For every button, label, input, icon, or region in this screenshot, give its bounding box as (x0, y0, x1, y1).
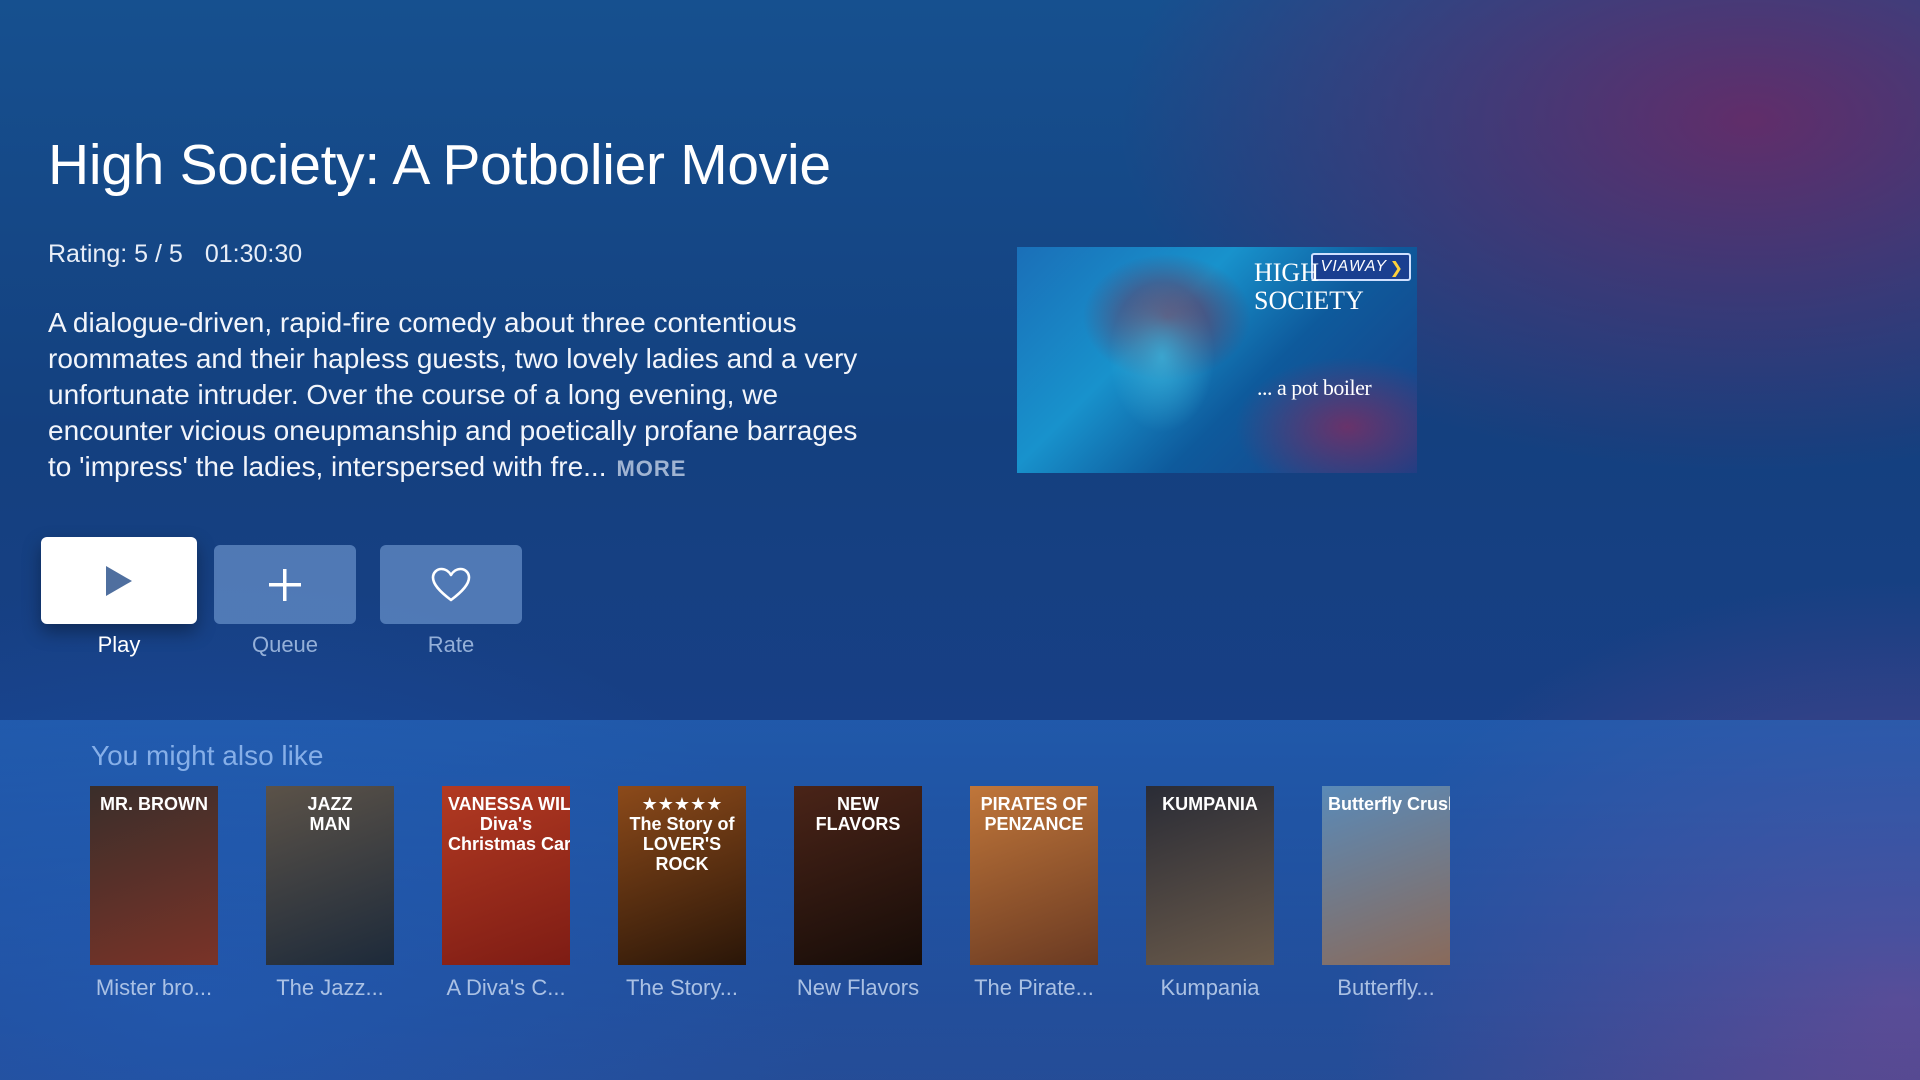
movie-description: A dialogue-driven, rapid-fire comedy abo… (48, 305, 868, 487)
related-poster[interactable]: PIRATES OF PENZANCE (970, 786, 1098, 965)
related-poster[interactable]: ★★★★★ The Story of LOVER'S ROCK (618, 786, 746, 965)
movie-meta: Rating: 5 / 5 01:30:30 (48, 240, 302, 269)
poster-title-text: JAZZ MAN (307, 794, 353, 834)
poster-title-text: PIRATES OF PENZANCE (980, 794, 1088, 834)
related-poster[interactable]: JAZZ MAN (266, 786, 394, 965)
related-poster-caption: The Story... (625, 975, 739, 1000)
more-link[interactable]: MORE (616, 456, 686, 481)
plus-icon (269, 568, 301, 601)
related-poster-caption: Mister bro... (95, 975, 213, 1000)
related-poster-caption: Kumpania (1160, 975, 1260, 1000)
artwork-subtitle: ... a pot boiler (1257, 375, 1372, 400)
artwork-title: HIGH SOCIETY (1254, 258, 1364, 315)
related-poster[interactable]: KUMPANIA (1146, 786, 1274, 965)
heart-icon (431, 567, 471, 601)
related-poster[interactable]: VANESSA WILLIAMS Diva's Christmas Carol (442, 786, 570, 965)
poster-title-text: MR. BROWN (100, 794, 208, 814)
movie-description-text: A dialogue-driven, rapid-fire comedy abo… (48, 307, 858, 482)
poster-title-text: ★★★★★ The Story of LOVER'S ROCK (629, 794, 735, 874)
play-icon (106, 565, 132, 596)
play-label: Play (97, 632, 141, 657)
poster-title-text: KUMPANIA (1162, 794, 1258, 814)
related-poster-caption: The Pirate... (974, 975, 1094, 1000)
related-poster[interactable]: Butterfly Crush (1322, 786, 1450, 965)
movie-rating: Rating: 5 / 5 (48, 240, 183, 268)
poster-title-text: VANESSA WILLIAMS Diva's Christmas Carol (448, 794, 570, 854)
movie-title: High Society: A Potbolier Movie (48, 133, 831, 197)
artwork-figure (1077, 267, 1247, 467)
rate-button[interactable] (380, 545, 522, 624)
related-poster[interactable]: MR. BROWN (90, 786, 218, 965)
poster-title-text: NEW FLAVORS (815, 794, 901, 834)
related-poster-caption: Butterfly... (1337, 975, 1435, 1000)
queue-button[interactable] (214, 545, 356, 624)
play-button[interactable] (41, 537, 197, 624)
rate-label: Rate (427, 632, 475, 657)
related-poster-caption: A Diva's C... (446, 975, 566, 1000)
poster-title-text: Butterfly Crush (1328, 794, 1450, 814)
related-poster-caption: The Jazz... (276, 975, 384, 1000)
related-poster-caption: New Flavors (796, 975, 920, 1000)
movie-duration: 01:30:30 (204, 240, 303, 268)
queue-label: Queue (251, 632, 319, 657)
movie-artwork: VIAWAY ❯ HIGH SOCIETY ... a pot boiler (1017, 247, 1417, 473)
related-heading: You might also like (91, 740, 324, 771)
related-shelf: You might also like MR. BROWN Mister bro.… (0, 720, 1920, 1080)
movie-detail-hero: High Society: A Potbolier Movie Rating: … (0, 0, 1920, 720)
chevron-right-icon: ❯ (1389, 260, 1404, 277)
related-poster[interactable]: NEW FLAVORS (794, 786, 922, 965)
